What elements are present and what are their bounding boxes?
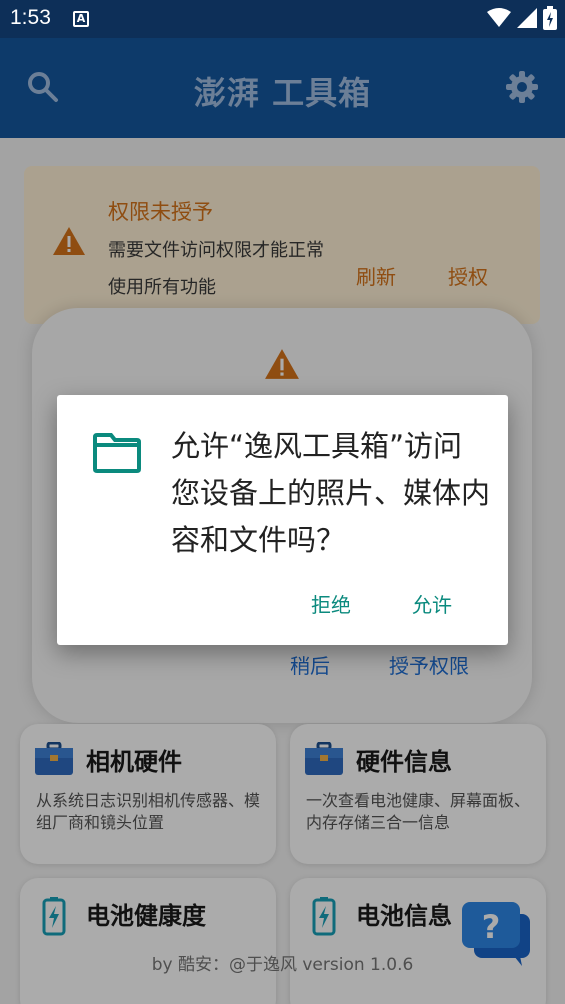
status-icons — [487, 6, 557, 30]
allow-button[interactable]: 允许 — [412, 589, 452, 618]
app-title: 澎湃 工具箱 — [193, 74, 372, 112]
permission-dialog: 允许“逸风工具箱”访问您设备上的照片、媒体内容和文件吗？ 拒绝 允许 — [57, 395, 508, 645]
wifi-icon — [487, 8, 511, 27]
dialog-message: 允许“逸风工具箱”访问您设备上的照片、媒体内容和文件吗？ — [171, 429, 491, 557]
battery-status-icon — [543, 6, 557, 30]
gear-icon[interactable] — [505, 70, 539, 104]
status-time: 1:53 — [10, 6, 51, 29]
notification-a-icon: A — [73, 11, 89, 27]
app-bar: 澎湃 工具箱 — [0, 38, 565, 138]
status-bar: 1:53 A — [0, 0, 565, 38]
folder-icon — [93, 433, 141, 473]
deny-button[interactable]: 拒绝 — [311, 589, 351, 618]
signal-icon — [517, 8, 537, 28]
